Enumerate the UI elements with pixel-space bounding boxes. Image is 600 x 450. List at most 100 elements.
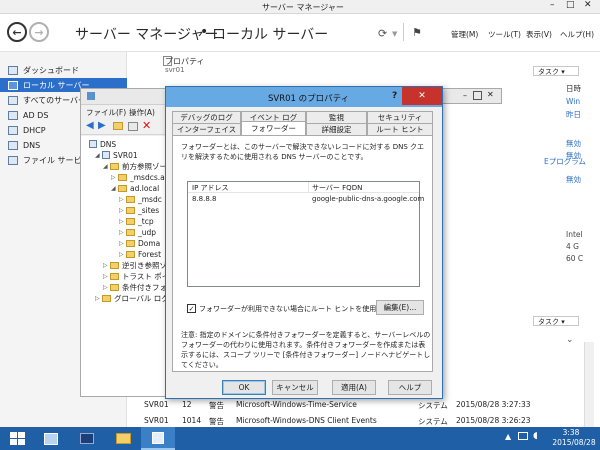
menu-file[interactable]: ファイル(F) (86, 107, 126, 118)
back-icon[interactable]: ◀ (86, 120, 94, 131)
forward-icon[interactable]: ▶ (98, 120, 106, 131)
tab-security[interactable]: セキュリティ (367, 111, 433, 123)
server-manager-taskbar-button[interactable] (36, 427, 66, 450)
taskbar: ▲ ◖ 3:38 2015/08/28 (0, 427, 600, 450)
prop-value[interactable]: 昨日 (566, 109, 581, 120)
tree-node-forward-zones[interactable]: ◢ 前方参照ゾー (103, 161, 167, 171)
dns-taskbar-button[interactable] (141, 427, 175, 450)
tab-advanced[interactable]: 詳細設定 (306, 123, 367, 135)
maximize-button[interactable]: □ (566, 0, 575, 10)
expand-chevron-icon[interactable]: ⌄ (566, 335, 574, 345)
volume-icon[interactable]: ◖ (533, 431, 538, 441)
zone-icon (118, 173, 127, 181)
column-header-ip[interactable]: IP アドレス (192, 183, 229, 193)
root-hints-checkbox-label[interactable]: フォワーダーが利用できない場合にルート ヒントを使用する (199, 304, 390, 314)
table-row[interactable]: SVR01 12 警告 Microsoft-Windows-Time-Servi… (128, 400, 568, 410)
tree-node-folder[interactable]: ▷ Forest (119, 249, 161, 259)
tree-node-folder[interactable]: ▷ _udp (119, 227, 156, 237)
dns-minimize-button[interactable]: – (463, 91, 467, 100)
dialog-close-button[interactable]: ✕ (402, 87, 442, 105)
tree-node-zone[interactable]: ▷ _msdcs.a (111, 172, 165, 182)
folder-icon (126, 239, 135, 247)
table-row[interactable]: SVR01 1014 警告 Microsoft-Windows-DNS Clie… (128, 416, 568, 426)
folder-icon (126, 217, 135, 225)
network-icon[interactable] (518, 432, 528, 440)
server-icon (8, 80, 18, 90)
tab-debug-log[interactable]: デバッグのログ (172, 111, 241, 123)
root-hints-checkbox[interactable]: ✓ (187, 304, 196, 313)
tree-node-folder[interactable]: ▷ _msdc (119, 194, 162, 204)
sidebar-item-label: DNS (23, 140, 41, 150)
prop-value[interactable]: 無効 (566, 174, 581, 185)
help-dialog-button[interactable]: ヘルプ (388, 380, 432, 395)
prop-value: 60 C (566, 254, 584, 263)
menu-view[interactable]: 表示(V) (526, 29, 552, 40)
menu-help[interactable]: ヘルプ(H) (560, 29, 594, 40)
delete-icon[interactable]: ✕ (142, 119, 151, 132)
clock-date[interactable]: 2015/08/28 (551, 438, 597, 447)
tree-node-dns[interactable]: DNS (89, 139, 116, 149)
properties-dialog: SVR01 のプロパティ ? ✕ デバッグのログ イベント ログ 監視 セキュリ… (165, 86, 443, 399)
tree-node-folder[interactable]: ▷ _tcp (119, 216, 154, 226)
events-tasks-dropdown[interactable]: タスク ▾ (533, 316, 579, 326)
close-button[interactable]: ✕ (584, 0, 592, 10)
tree-node-global-logs[interactable]: ▷ グローバル ログ (95, 293, 169, 303)
dns-titlebar-controls: – ✕ (442, 88, 502, 104)
tab-monitoring[interactable]: 監視 (306, 111, 367, 123)
start-button[interactable] (2, 427, 32, 450)
role-icon (8, 110, 18, 120)
menu-manage[interactable]: 管理(M) (451, 29, 478, 40)
folder-icon (110, 283, 119, 291)
folder-icon (110, 261, 119, 269)
apply-button[interactable]: 適用(A) (332, 380, 376, 395)
refresh-icon[interactable]: ⟳ (378, 27, 387, 40)
folder-icon (126, 228, 135, 236)
explorer-taskbar-button[interactable] (108, 427, 138, 450)
forwarder-ip: 8.8.8.8 (192, 195, 217, 203)
tasks-dropdown[interactable]: タスク ▾ (533, 66, 579, 76)
tree-node-server[interactable]: ◢ SVR01 (95, 150, 138, 160)
scrollbar[interactable] (584, 342, 594, 427)
minimize-button[interactable]: – (550, 0, 555, 10)
prop-value[interactable]: 無効 (566, 138, 581, 149)
tree-node-folder[interactable]: ▷ _sites (119, 205, 159, 215)
dialog-titlebar: SVR01 のプロパティ ? ✕ (166, 87, 442, 107)
window-title: サーバー マネージャー (262, 3, 344, 12)
forwarders-list[interactable]: IP アドレス サーバー FQDN 8.8.8.8 google-public-… (187, 181, 424, 287)
role-icon (8, 155, 18, 165)
server-manager-icon (44, 432, 58, 445)
folder-up-icon[interactable] (113, 122, 123, 130)
dns-restore-button[interactable] (473, 91, 482, 100)
tab-interfaces[interactable]: インターフェイス (172, 123, 241, 135)
tree-node-reverse-zones[interactable]: ▷ 逆引き参照ゾ (103, 260, 167, 270)
console-tree-icon[interactable] (128, 122, 138, 131)
tree-node-folder[interactable]: ▷ Doma (119, 238, 160, 248)
conditional-forwarder-note: 注意: 指定のドメインに条件付きフォワーダーを定義すると、サーバーレベルのフォワ… (181, 331, 431, 369)
ok-button[interactable]: OK (222, 380, 266, 395)
notifications-flag-icon[interactable]: ⚑ (412, 26, 422, 39)
dns-close-button[interactable]: ✕ (487, 90, 494, 99)
help-button[interactable]: ? (392, 91, 397, 101)
menu-tools[interactable]: ツール(T) (488, 29, 521, 40)
list-item[interactable]: 8.8.8.8 google-public-dns-a.google.com (188, 194, 424, 204)
back-button[interactable]: ← (7, 22, 27, 42)
breadcrumb-root[interactable]: サーバー マネージャー (75, 24, 218, 44)
server-icon (102, 151, 110, 159)
sidebar-item-dashboard[interactable]: ダッシュボード (0, 63, 127, 77)
powershell-taskbar-button[interactable] (72, 427, 102, 450)
tray-chevron-icon[interactable]: ▲ (505, 432, 511, 441)
prop-value[interactable]: Eプログラム (544, 156, 586, 167)
folder-icon (102, 294, 111, 302)
edit-button[interactable]: 編集(E)... (376, 300, 424, 315)
forward-arrow-icon: → (34, 25, 44, 39)
prop-value[interactable]: Win (566, 97, 580, 106)
tree-node-zone[interactable]: ◢ ad.local (111, 183, 159, 193)
clock-time[interactable]: 3:38 (551, 428, 591, 437)
cancel-button[interactable]: キャンセル (272, 380, 318, 395)
tab-forwarders[interactable]: フォワーダー (241, 121, 306, 135)
tab-root-hints[interactable]: ルート ヒント (367, 123, 433, 135)
forward-button[interactable]: → (29, 22, 49, 42)
column-header-fqdn[interactable]: サーバー FQDN (312, 183, 362, 193)
menu-action[interactable]: 操作(A) (129, 107, 155, 118)
sidebar-item-label: ダッシュボード (23, 65, 79, 75)
